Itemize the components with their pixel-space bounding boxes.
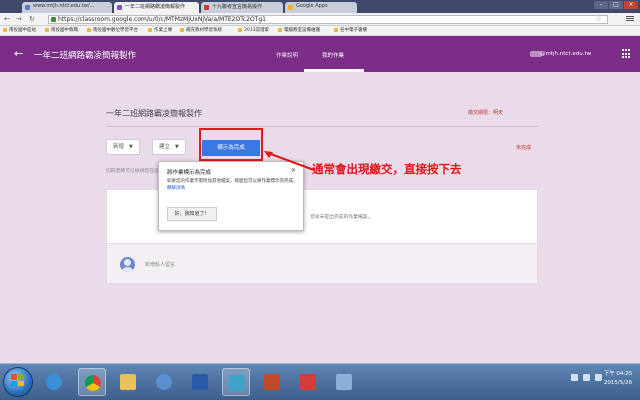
divider: [106, 126, 538, 127]
tray-icon[interactable]: [571, 374, 578, 381]
tab-label: Google Apps: [296, 3, 328, 9]
url-text: https://classroom.google.com/u/0/c/MTMzM…: [58, 16, 266, 23]
assignment-title: 一年二班網路霸凌簡報製作: [106, 109, 202, 118]
caret-down-icon: ▼: [129, 144, 133, 150]
media-icon[interactable]: [150, 368, 178, 396]
browser-tab-3[interactable]: 十九聯考宣言簡易操作: [201, 2, 283, 13]
course-title: 一年二班網路霸凌簡報製作: [34, 51, 137, 61]
tab-label: www.mtjh.ntct.edu.tw/...: [33, 3, 95, 9]
bookmark-item[interactable]: 2013認證家: [238, 27, 269, 33]
youtube-favicon-icon: [204, 5, 209, 10]
chrome-icon[interactable]: [78, 368, 106, 396]
bookmark-item[interactable]: 電腦教室設備維護: [278, 27, 320, 33]
clock-time: 下午 04:25: [603, 371, 633, 377]
add-button-label: 新增: [113, 144, 125, 150]
bookmark-item[interactable]: 南投國中教職: [45, 27, 78, 33]
add-button[interactable]: 新增 ▼: [106, 139, 140, 155]
avatar: [120, 257, 135, 272]
bookmark-item[interactable]: 補充教材學習系統: [180, 27, 222, 33]
user-email[interactable]: @mtjh.ntct.edu.tw: [540, 51, 591, 57]
back-nav-icon[interactable]: ←: [4, 15, 10, 23]
clock-date: 2015/5/26: [603, 380, 633, 386]
tab-label: 一年二班網路霸凌簡報製作: [125, 4, 186, 10]
powerpoint-icon[interactable]: [258, 368, 286, 396]
taskbar: 下午 04:25 2015/5/26: [0, 363, 640, 400]
assignment-page: 一年二班網路霸凌簡報製作 繳交期限：明天 新增 ▼ 建立 ▼ 標示為完成 未完成 切…: [0, 72, 640, 363]
paint-icon[interactable]: [330, 368, 358, 396]
system-clock[interactable]: 下午 04:25 2015/5/26: [602, 370, 634, 388]
bookmarks-bar: 南投國中區站 南投國中教職 南投國中數位學習平台 作業上傳 補充教材學習系統 2…: [0, 26, 640, 36]
back-arrow-icon[interactable]: ←: [14, 47, 23, 60]
work-card-text: 您尚未提出完成的作業檔案。: [310, 215, 373, 220]
system-tray: [571, 374, 602, 381]
status-badge: 未完成: [516, 145, 532, 151]
got-it-button[interactable]: 好，我知道了！: [167, 207, 217, 221]
browser-menu-icon[interactable]: [626, 15, 634, 23]
browser-tab-4[interactable]: Google Apps: [285, 2, 357, 13]
apps-grid-icon[interactable]: [622, 49, 632, 59]
forward-nav-icon[interactable]: →: [16, 15, 22, 23]
ie-icon[interactable]: [40, 368, 68, 396]
bookmark-item[interactable]: 南投國中數位學習平台: [87, 27, 138, 33]
word-icon[interactable]: [186, 368, 214, 396]
url-input[interactable]: https://classroom.google.com/u/0/c/MTMzM…: [48, 15, 608, 24]
bookmark-item[interactable]: 南投國中區站: [3, 27, 36, 33]
annotation-arrow-icon: [264, 151, 315, 171]
private-comment-input[interactable]: 新增私人留言: [145, 261, 175, 268]
browser-tab-2[interactable]: 一年二班網路霸凌簡報製作: [114, 2, 199, 13]
browser-window-icon[interactable]: [222, 368, 250, 396]
volume-icon[interactable]: [595, 374, 602, 381]
network-icon[interactable]: [583, 374, 590, 381]
due-date: 繳交期限：明天: [468, 110, 504, 116]
window-close-icon[interactable]: ×: [624, 1, 638, 9]
create-button-label: 建立: [159, 144, 171, 150]
address-bar: ← → ↻ https://classroom.google.com/u/0/c…: [0, 13, 640, 26]
browser-tab-1[interactable]: www.mtjh.ntct.edu.tw/...: [22, 2, 112, 13]
learn-more-link[interactable]: 瞭解詳情: [167, 186, 185, 191]
annotation-text: 通常會出現繳交，直接按下去: [312, 162, 462, 176]
classroom-header: ← 一年二班網路霸凌簡報製作 作業說明 我的作業 @mtjh.ntct.edu.…: [0, 36, 640, 72]
reload-icon[interactable]: ↻: [29, 15, 35, 23]
create-button[interactable]: 建立 ▼: [152, 139, 186, 155]
bookmark-star-icon[interactable]: ☆: [595, 14, 602, 23]
xmind-icon[interactable]: [294, 368, 322, 396]
explorer-icon[interactable]: [114, 368, 142, 396]
popup-body: 如果您的作業不需附加其他檔案，那麼您可以將作業標示為完成。 瞭解詳情: [167, 179, 299, 192]
tab-instructions[interactable]: 作業說明: [276, 51, 298, 59]
lock-icon: [51, 17, 56, 22]
classroom-favicon-icon: [117, 5, 122, 10]
bookmark-item[interactable]: 名中電子書櫃: [334, 27, 367, 33]
google-favicon-icon: [288, 5, 293, 10]
tab-my-work[interactable]: 我的作業: [322, 51, 344, 59]
annotation-highlight-box: [199, 128, 263, 161]
caret-down-icon: ▼: [175, 144, 179, 150]
window-controls: – □ ×: [594, 1, 638, 9]
browser-tab-strip: www.mtjh.ntct.edu.tw/... 一年二班網路霸凌簡報製作 十九…: [0, 0, 640, 13]
popup-title: 將作業標示為完成: [167, 170, 212, 176]
minimize-icon[interactable]: –: [594, 1, 608, 9]
site-favicon-icon: [25, 5, 30, 10]
windows-logo-icon: [11, 374, 25, 386]
tab-label: 十九聯考宣言簡易操作: [212, 4, 263, 10]
maximize-icon[interactable]: □: [609, 1, 623, 9]
bookmark-item[interactable]: 作業上傳: [148, 27, 172, 33]
